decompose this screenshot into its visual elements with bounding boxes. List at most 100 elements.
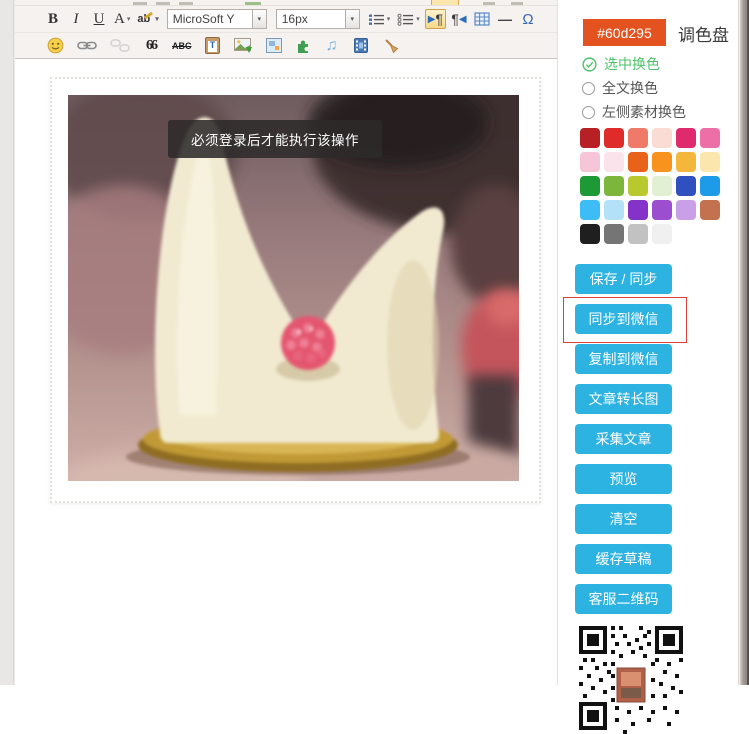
- color-swatch[interactable]: [700, 128, 720, 148]
- editor-content-area[interactable]: 必须登录后才能执行该操作: [15, 59, 557, 687]
- broom-icon: [382, 38, 399, 54]
- color-swatch[interactable]: [604, 152, 624, 172]
- article-image[interactable]: 必须登录后才能执行该操作: [68, 95, 519, 481]
- plugin-button[interactable]: [293, 35, 313, 56]
- font-size-select[interactable]: 16px ▾: [276, 9, 360, 29]
- color-swatch[interactable]: [652, 152, 672, 172]
- ordered-list-button[interactable]: ▾: [366, 9, 393, 30]
- ltr-arrow-icon: ▶: [428, 14, 436, 25]
- color-swatch[interactable]: [604, 176, 624, 196]
- unlink-button[interactable]: [108, 35, 132, 56]
- font-family-value: MicroSoft Y: [167, 9, 253, 29]
- action-button[interactable]: 采集文章: [575, 424, 672, 454]
- action-button[interactable]: 客服二维码: [575, 584, 672, 614]
- color-swatch[interactable]: [700, 176, 720, 196]
- color-swatch[interactable]: [604, 128, 624, 148]
- insert-image-button[interactable]: [232, 35, 255, 56]
- action-button[interactable]: 保存 / 同步: [575, 264, 672, 294]
- paste-text-button[interactable]: T: [203, 35, 223, 56]
- editor-panel: B I U A▾ ab ▾ MicroSoft Y ▾ 16px ▾: [14, 0, 558, 685]
- action-button[interactable]: 文章转长图: [575, 384, 672, 414]
- color-swatch[interactable]: [604, 224, 624, 244]
- radio-icon: [582, 106, 595, 119]
- strikethrough-button[interactable]: ABC: [170, 35, 194, 56]
- color-swatch[interactable]: [580, 224, 600, 244]
- color-swatch[interactable]: [652, 200, 672, 220]
- pilcrow-icon: ¶: [451, 11, 459, 27]
- font-color-button[interactable]: A▾: [112, 9, 132, 30]
- link-button[interactable]: [75, 35, 99, 56]
- color-swatch[interactable]: [604, 200, 624, 220]
- insert-video-button[interactable]: [351, 35, 371, 56]
- color-swatch[interactable]: [580, 200, 600, 220]
- color-mode-option[interactable]: 全文换色: [582, 76, 686, 100]
- color-swatch[interactable]: [652, 176, 672, 196]
- horizontal-rule-button[interactable]: —: [495, 9, 515, 30]
- color-mode-label: 全文换色: [602, 78, 658, 98]
- insert-audio-button[interactable]: ♫: [322, 35, 342, 56]
- color-swatch[interactable]: [580, 176, 600, 196]
- font-family-select[interactable]: MicroSoft Y ▾: [167, 9, 267, 29]
- vertical-scrollbar[interactable]: [738, 0, 749, 685]
- underline-button[interactable]: U: [89, 9, 109, 30]
- rtl-paragraph-button[interactable]: ¶◀: [449, 9, 469, 30]
- action-button[interactable]: 预览: [575, 464, 672, 494]
- clipped-icon: [133, 2, 147, 5]
- bold-button[interactable]: B: [43, 9, 63, 30]
- insert-table-button[interactable]: [472, 9, 492, 30]
- chevron-down-icon: ▾: [416, 15, 420, 23]
- font-color-letter: A: [114, 11, 125, 28]
- color-swatch[interactable]: [580, 152, 600, 172]
- chevron-down-icon: ▾: [127, 15, 131, 23]
- color-swatch[interactable]: [676, 128, 696, 148]
- tools-sidebar: #60d295 调色盘 选中换色全文换色左侧素材换色 保存 / 同步同步到微信复…: [560, 0, 739, 685]
- clean-format-button[interactable]: [380, 35, 401, 56]
- color-mode-option[interactable]: 左侧素材换色: [582, 100, 686, 124]
- chevron-down-icon[interactable]: ▾: [253, 9, 267, 29]
- current-color-chip[interactable]: #60d295: [583, 19, 666, 46]
- italic-button[interactable]: I: [66, 9, 86, 30]
- highlight-button[interactable]: ab ▾: [135, 9, 160, 30]
- image-upload-icon: [234, 38, 253, 54]
- special-char-button[interactable]: Ω: [518, 9, 538, 30]
- article-image-frame[interactable]: 必须登录后才能执行该操作: [50, 77, 541, 503]
- color-swatch[interactable]: [700, 200, 720, 220]
- editor-toolbar: B I U A▾ ab ▾ MicroSoft Y ▾ 16px ▾: [15, 0, 557, 59]
- color-swatch[interactable]: [676, 200, 696, 220]
- color-swatch[interactable]: [676, 152, 696, 172]
- action-button[interactable]: 缓存草稿: [575, 544, 672, 574]
- blockquote-button[interactable]: 66: [141, 35, 161, 56]
- action-button[interactable]: 清空: [575, 504, 672, 534]
- emoji-button[interactable]: [45, 35, 66, 56]
- color-mode-option[interactable]: 选中换色: [582, 52, 686, 76]
- unlink-icon: [110, 39, 130, 52]
- color-swatch[interactable]: [580, 128, 600, 148]
- ltr-paragraph-button[interactable]: ▶¶: [425, 9, 446, 29]
- clipped-icon: [511, 2, 523, 5]
- toolbar-row-2: 66 ABC T: [15, 32, 557, 58]
- color-swatch[interactable]: [628, 128, 648, 148]
- chevron-down-icon[interactable]: ▾: [346, 9, 360, 29]
- action-button[interactable]: 复制到微信: [575, 344, 672, 374]
- smiley-icon: [47, 37, 64, 54]
- color-swatches: [580, 128, 722, 244]
- toolbar-clipped-row: [15, 0, 557, 6]
- color-swatch[interactable]: [628, 152, 648, 172]
- color-swatch[interactable]: [652, 128, 672, 148]
- action-button[interactable]: 同步到微信: [575, 304, 672, 334]
- color-swatch[interactable]: [676, 176, 696, 196]
- page-left-margin: [0, 0, 14, 685]
- paste-letter: T: [210, 41, 216, 50]
- clipped-icon: [179, 2, 193, 5]
- toolbar-row-1: B I U A▾ ab ▾ MicroSoft Y ▾ 16px ▾: [15, 6, 557, 32]
- color-swatch[interactable]: [628, 200, 648, 220]
- unordered-list-button[interactable]: ▾: [395, 9, 422, 30]
- color-swatch[interactable]: [700, 152, 720, 172]
- ordered-list-icon: [368, 13, 385, 26]
- screenshot-button[interactable]: [264, 35, 284, 56]
- color-swatch[interactable]: [652, 224, 672, 244]
- clipped-active-icon: [431, 0, 459, 5]
- color-swatch[interactable]: [628, 176, 648, 196]
- scrollbar-thumb[interactable]: [740, 0, 749, 685]
- color-swatch[interactable]: [628, 224, 648, 244]
